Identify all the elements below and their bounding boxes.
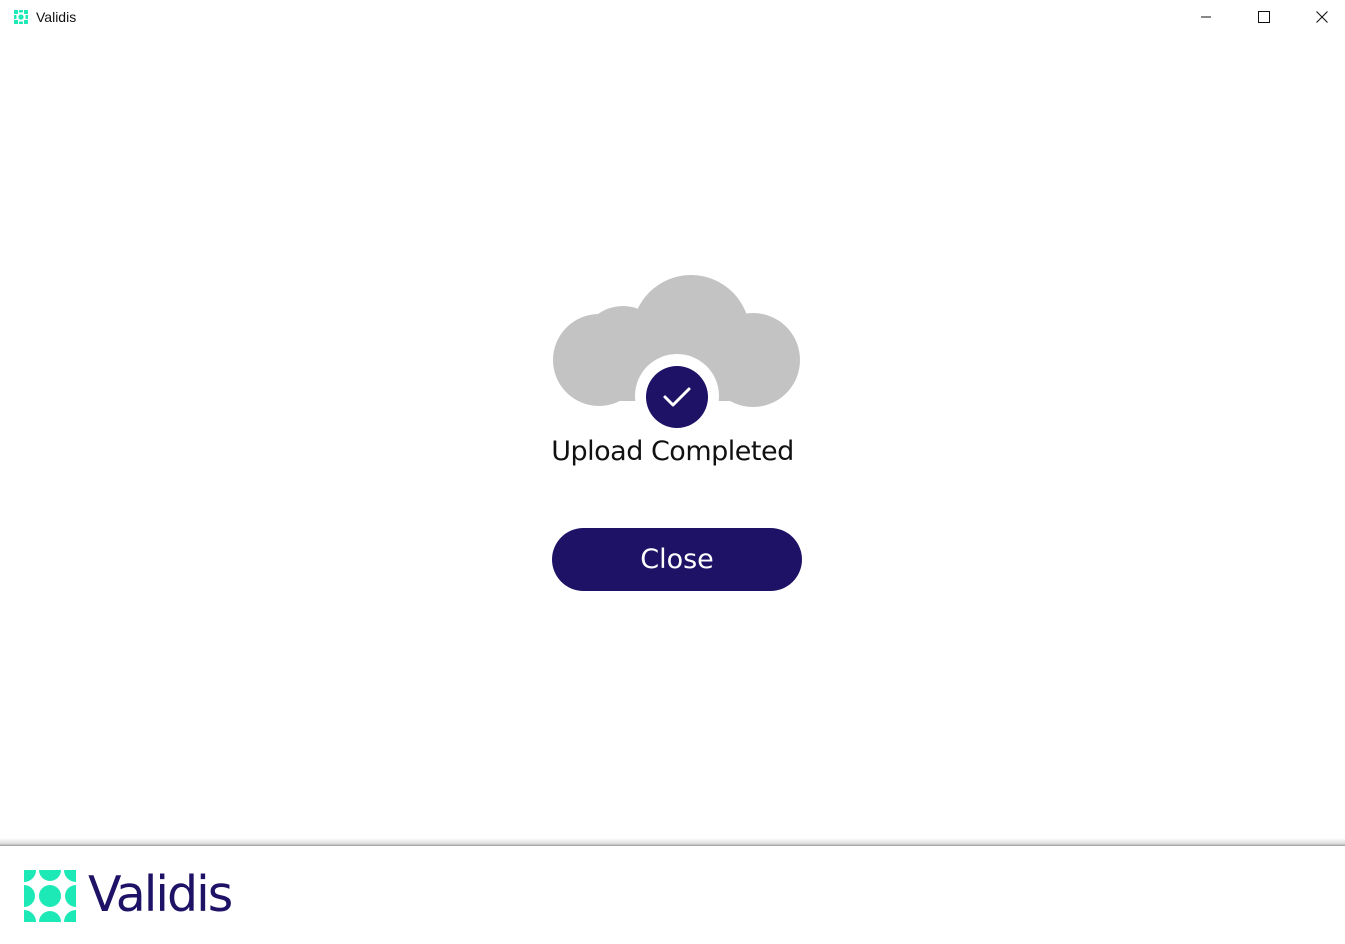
- minimize-icon: [1201, 16, 1211, 18]
- upload-status-text: Upload Completed: [551, 436, 794, 467]
- minimize-button[interactable]: [1183, 0, 1229, 34]
- validis-logo-text: Validis: [88, 866, 233, 923]
- upload-status-panel: Upload Completed Close: [0, 34, 1345, 840]
- title-bar: Validis: [0, 0, 1345, 34]
- validis-logo-mark: [24, 870, 76, 922]
- footer-divider: [0, 838, 1345, 846]
- app-window: Validis Upload Completed Close Validis: [0, 0, 1345, 944]
- footer: Validis: [0, 846, 1345, 944]
- cloud-check-icon: [553, 275, 800, 434]
- close-button[interactable]: Close: [552, 528, 802, 591]
- maximize-button[interactable]: [1241, 0, 1287, 34]
- window-close-button[interactable]: [1299, 0, 1345, 34]
- window-title: Validis: [36, 9, 77, 25]
- validis-app-icon: [14, 10, 28, 24]
- maximize-icon: [1258, 11, 1270, 23]
- close-icon: [1316, 11, 1328, 23]
